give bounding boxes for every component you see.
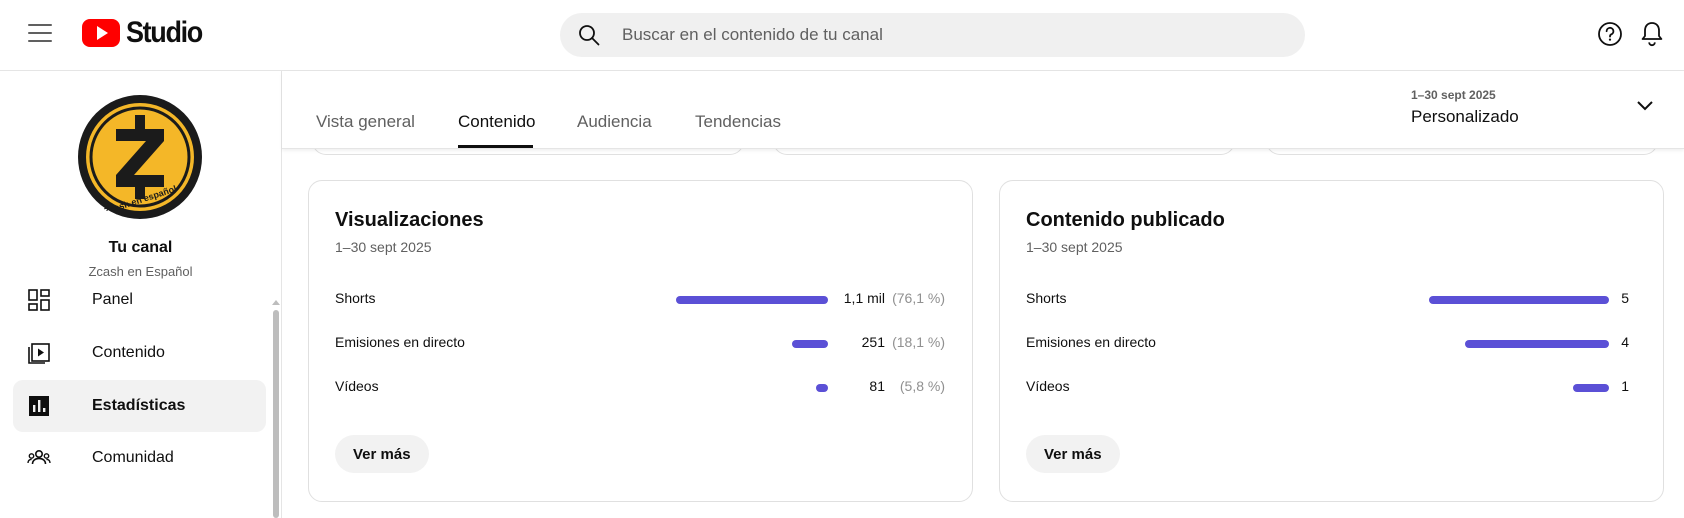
row-value: 1,1 mil — [843, 290, 885, 306]
channel-label: Tu canal — [108, 239, 173, 256]
row-value: 4 — [1621, 334, 1629, 350]
tab-overview[interactable]: Vista general — [316, 112, 415, 132]
row-value: 81 — [869, 378, 885, 394]
sidebar-item-label: Panel — [92, 291, 133, 308]
list-item: Vídeos 1 — [1026, 378, 1629, 398]
content-icon — [26, 340, 52, 366]
menu-icon[interactable] — [28, 24, 52, 42]
row-label: Vídeos — [335, 378, 379, 394]
see-more-button[interactable]: Ver más — [335, 435, 429, 473]
date-range-selector[interactable]: 1–30 sept 2025 Personalizado — [1411, 88, 1519, 127]
notifications-icon[interactable] — [1640, 20, 1664, 48]
scroll-up-arrow[interactable] — [272, 300, 280, 305]
list-item: Emisiones en directo 4 — [1026, 334, 1629, 354]
card-period: 1–30 sept 2025 — [1026, 239, 1123, 255]
sidebar-item-panel[interactable]: Panel — [13, 274, 266, 326]
row-percent: (5,8 %) — [899, 378, 945, 394]
search-icon[interactable] — [578, 24, 600, 46]
zcash-logo: Zcash en español — [89, 106, 191, 216]
tab-trends[interactable]: Tendencias — [695, 112, 781, 132]
studio-logo[interactable]: Studio — [82, 16, 210, 49]
analytics-icon — [26, 393, 52, 419]
card-period: 1–30 sept 2025 — [335, 239, 432, 255]
row-label: Shorts — [1026, 290, 1067, 306]
list-item: Vídeos 81 (5,8 %) — [335, 378, 945, 398]
list-item: Shorts 1,1 mil (76,1 %) — [335, 290, 945, 310]
row-value: 1 — [1621, 378, 1629, 394]
avatar[interactable]: Zcash en español — [78, 95, 202, 219]
date-range-preset: Personalizado — [1411, 107, 1519, 126]
sidebar-item-label: Contenido — [92, 344, 165, 361]
sidebar-scrollbar[interactable] — [273, 310, 279, 518]
count-bar — [1573, 384, 1609, 392]
row-percent: (18,1 %) — [892, 334, 945, 350]
search-box[interactable] — [560, 13, 1305, 57]
active-tab-indicator — [458, 145, 533, 148]
card-title: Visualizaciones — [335, 209, 484, 231]
row-value: 5 — [1621, 290, 1629, 306]
count-bar — [1465, 340, 1609, 348]
row-label: Shorts — [335, 290, 376, 306]
sidebar-item-analytics[interactable]: Estadísticas — [13, 380, 266, 432]
share-bar — [675, 296, 828, 304]
community-icon — [26, 445, 52, 471]
tab-content[interactable]: Contenido — [458, 112, 536, 132]
card-title: Contenido publicado — [1026, 209, 1225, 231]
youtube-play-icon — [82, 19, 120, 47]
row-value: 251 — [861, 334, 885, 350]
sidebar-item-content[interactable]: Contenido — [13, 327, 266, 379]
row-percent: (76,1 %) — [892, 290, 945, 306]
dashboard-icon — [26, 287, 52, 313]
sidebar-item-label: Estadísticas — [92, 397, 186, 414]
share-bar — [791, 340, 828, 348]
search-input[interactable] — [622, 13, 1262, 57]
chevron-down-icon[interactable] — [1636, 100, 1654, 112]
help-icon[interactable] — [1597, 21, 1623, 47]
published-content-card: Contenido publicado 1–30 sept 2025 Short… — [999, 180, 1664, 502]
row-label: Emisiones en directo — [335, 334, 465, 350]
list-item: Shorts 5 — [1026, 290, 1629, 310]
avatar-coin: Zcash en español — [86, 103, 194, 216]
tab-audience[interactable]: Audiencia — [577, 112, 652, 132]
share-bar — [816, 384, 828, 392]
see-more-button[interactable]: Ver más — [1026, 435, 1120, 473]
sidebar-item-label: Comunidad — [92, 449, 174, 466]
list-item: Emisiones en directo 251 (18,1 %) — [335, 334, 945, 354]
sidebar-item-community[interactable]: Comunidad — [13, 432, 266, 484]
date-range-text: 1–30 sept 2025 — [1411, 88, 1496, 102]
row-label: Emisiones en directo — [1026, 334, 1156, 350]
logo-text: Studio — [126, 16, 203, 49]
views-card: Visualizaciones 1–30 sept 2025 Shorts 1,… — [308, 180, 973, 502]
sidebar: Zcash en español Tu canal Zcash en Españ… — [0, 71, 282, 518]
row-label: Vídeos — [1026, 378, 1070, 394]
count-bar — [1429, 296, 1609, 304]
top-bar: Studio — [0, 0, 1684, 71]
